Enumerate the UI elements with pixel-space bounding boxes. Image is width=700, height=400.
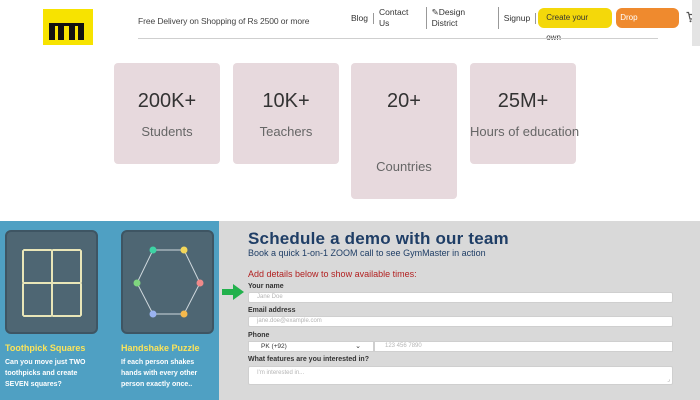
resize-handle-icon: ⌟ [667,377,670,383]
stat-card-hours: 25M+ Hours of education [470,63,580,164]
header-divider [138,38,658,39]
toothpick-squares-icon [22,249,82,317]
puzzle-description: If each person shakes hands with every o… [121,359,198,388]
pencil-icon: ✎ [431,7,439,17]
features-textarea[interactable]: I'm interested in... ⌟ [248,366,673,385]
chevron-down-icon: ⌄ [355,343,361,350]
nav-design-district[interactable]: ✎Design District [427,7,499,29]
nav-signup[interactable]: Signup [499,12,537,24]
free-delivery-notice: Free Delivery on Shopping of Rs 2500 or … [138,16,310,26]
form-subtitle: Book a quick 1-on-1 ZOOM call to see Gym… [248,248,486,258]
name-input[interactable]: Jane Doe [248,292,673,303]
toothpick-puzzle-card[interactable] [5,230,98,334]
puzzle-description: Can you move just TWO toothpicks and cre… [5,359,86,388]
puzzle-title: Toothpick Squares [5,343,86,353]
name-label: Your name [248,283,284,290]
stat-card-countries: 20+ Countries [351,63,457,199]
puzzle-title: Handshake Puzzle [121,343,200,353]
form-note: Add details below to show available time… [248,269,417,279]
handshake-hexagon-icon [133,246,204,318]
nav-blog[interactable]: Blog [346,12,375,24]
nav-contact-us[interactable]: Contact Us [374,7,427,29]
arrow-right-icon [222,284,244,300]
stat-label: Teachers [259,124,313,139]
email-input[interactable]: jane.doe@example.com [248,316,673,327]
country-code-value: PK (+92) [261,343,287,350]
stat-label: Students [141,124,193,139]
top-nav: Blog Contact Us ✎Design District Signup … [346,6,700,42]
country-code-select[interactable]: PK (+92) ⌄ [248,341,374,352]
scrollbar-track[interactable] [692,0,700,46]
stat-card-teachers: 10K+ Teachers [233,63,339,164]
stat-value: 200K+ [137,90,197,112]
stat-card-students: 200K+ Students [114,63,220,164]
drop-complaint-button[interactable]: Drop Complaint [616,8,680,42]
stat-label: Countries [376,159,432,174]
phone-label: Phone [248,332,270,339]
features-label: What features are you interested in? [248,356,369,363]
stat-value: 10K+ [262,90,310,112]
brand-logo[interactable] [43,9,93,45]
stat-label: Hours of education [470,124,580,139]
page: Free Delivery on Shopping of Rs 2500 or … [0,0,700,400]
handshake-puzzle-card[interactable] [121,230,214,334]
form-title: Schedule a demo with our team [248,229,509,248]
email-label: Email address [248,307,296,314]
create-your-own-button[interactable]: Create your own [538,8,613,42]
phone-input[interactable]: 123 456 7890 [374,341,673,352]
stat-value: 25M+ [497,90,549,112]
stat-value: 20+ [387,90,421,112]
features-placeholder: I'm interested in... [257,370,305,376]
